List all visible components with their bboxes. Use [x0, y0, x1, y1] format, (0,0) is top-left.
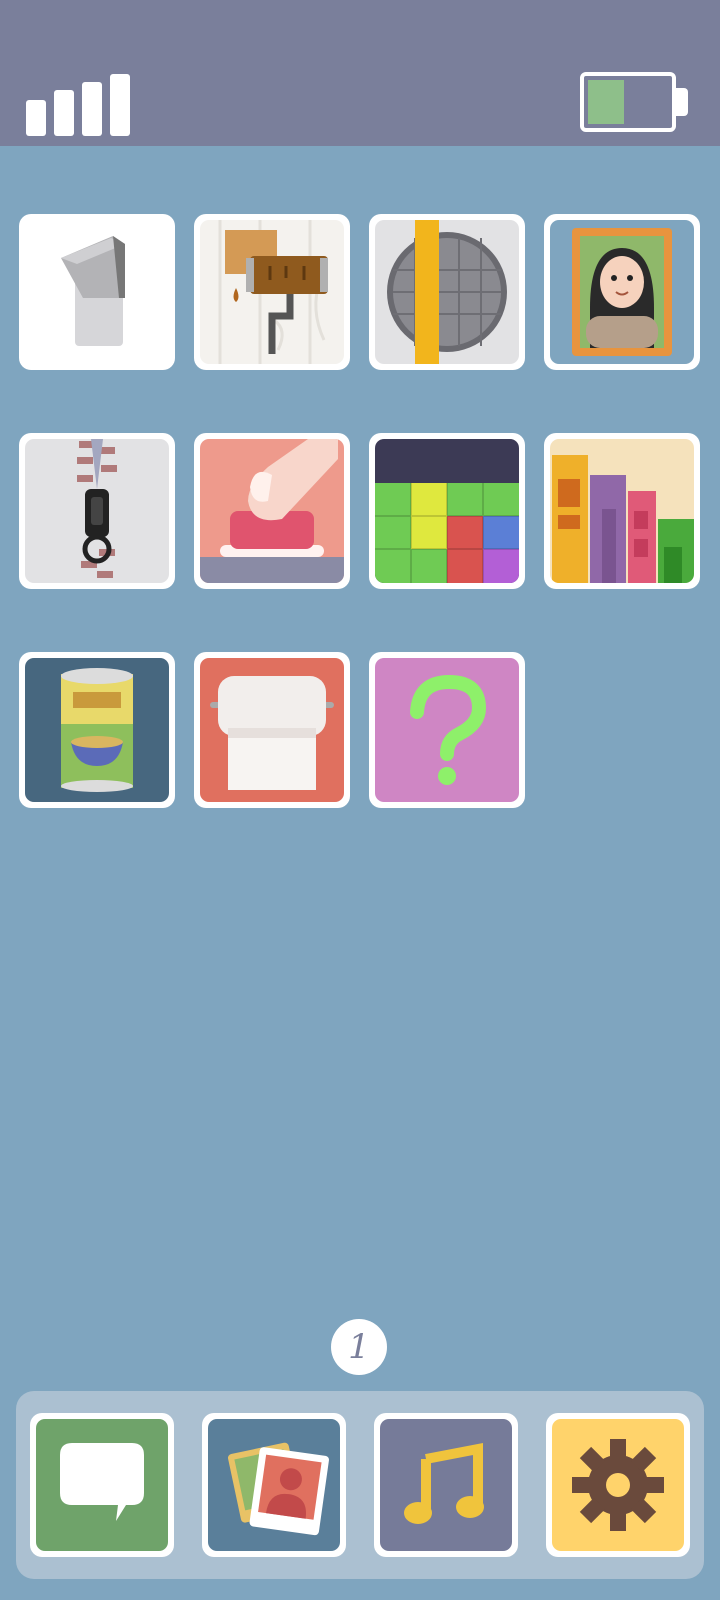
app-portrait[interactable] [544, 214, 700, 370]
app-light-switch[interactable] [19, 214, 175, 370]
books-icon [550, 439, 694, 583]
app-blocks[interactable] [369, 433, 525, 589]
dock-app-settings[interactable] [546, 1413, 690, 1557]
paint-roller-icon [200, 220, 344, 364]
question-mark-icon [375, 658, 519, 802]
app-soup-can[interactable] [19, 652, 175, 808]
signal-strength-icon [26, 74, 132, 136]
dock-app-music[interactable] [374, 1413, 518, 1557]
page-indicator[interactable]: 1 [331, 1319, 387, 1375]
photos-icon [208, 1419, 340, 1551]
app-manhole[interactable] [369, 214, 525, 370]
app-toilet-paper[interactable] [194, 652, 350, 808]
dock [16, 1391, 704, 1579]
color-blocks-icon [375, 439, 519, 583]
light-switch-icon [25, 220, 169, 364]
app-zipper[interactable] [19, 433, 175, 589]
music-note-icon [380, 1419, 512, 1551]
soup-can-icon [25, 658, 169, 802]
gear-icon [552, 1419, 684, 1551]
dock-app-photos[interactable] [202, 1413, 346, 1557]
app-bookshelf[interactable] [544, 433, 700, 589]
toilet-paper-icon [200, 658, 344, 802]
battery-icon [580, 72, 688, 138]
status-bar [0, 0, 720, 146]
manhole-cover-icon [375, 220, 519, 364]
chat-bubble-icon [36, 1419, 168, 1551]
zipper-icon [25, 439, 169, 583]
app-paint-roller[interactable] [194, 214, 350, 370]
app-mystery[interactable] [369, 652, 525, 808]
app-push-button[interactable] [194, 433, 350, 589]
push-button-icon [200, 439, 344, 583]
dock-app-messages[interactable] [30, 1413, 174, 1557]
portrait-painting-icon [550, 220, 694, 364]
